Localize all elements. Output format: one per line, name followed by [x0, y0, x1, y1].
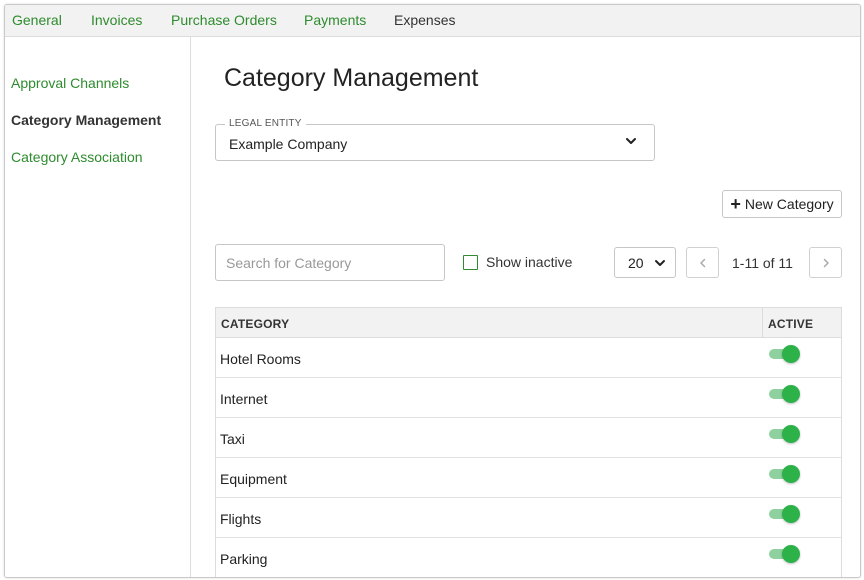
- table-row: Parking: [216, 538, 841, 577]
- sidebar-item-category-association[interactable]: Category Association: [11, 149, 143, 165]
- category-table: CATEGORY ACTIVE Hotel Rooms Internet Tax…: [215, 307, 842, 577]
- toggle-knob: [782, 545, 800, 563]
- chevron-down-icon: [655, 260, 665, 266]
- legal-entity-legend: LEGAL ENTITY: [225, 118, 306, 129]
- sidebar-item-approval-channels[interactable]: Approval Channels: [11, 75, 129, 91]
- app-window: General Invoices Purchase Orders Payment…: [4, 4, 861, 578]
- toggle-knob: [782, 505, 800, 523]
- tab-payments[interactable]: Payments: [304, 12, 366, 28]
- chevron-left-icon: [699, 258, 705, 267]
- column-header-active[interactable]: ACTIVE: [768, 317, 813, 331]
- toggle-knob: [782, 345, 800, 363]
- sidebar-item-category-management[interactable]: Category Management: [11, 112, 161, 128]
- legal-entity-value: Example Company: [229, 136, 348, 152]
- category-name: Parking: [220, 551, 268, 567]
- show-inactive-checkbox[interactable]: Show inactive: [463, 254, 572, 270]
- plus-icon: +: [730, 194, 741, 214]
- category-name: Taxi: [220, 431, 245, 447]
- search-input[interactable]: [215, 244, 445, 281]
- tab-purchase-orders[interactable]: Purchase Orders: [171, 12, 277, 28]
- active-toggle[interactable]: [768, 465, 800, 485]
- new-category-button[interactable]: + New Category: [722, 190, 842, 218]
- pagination-count: 1-11 of 11: [732, 255, 793, 271]
- next-page-button[interactable]: [809, 247, 842, 278]
- tab-general[interactable]: General: [12, 12, 62, 28]
- active-toggle[interactable]: [768, 505, 800, 525]
- sidebar: Approval Channels Category Management Ca…: [5, 37, 191, 577]
- table-row: Taxi: [216, 418, 841, 458]
- active-toggle[interactable]: [768, 385, 800, 405]
- active-toggle[interactable]: [768, 425, 800, 445]
- page-size-select[interactable]: 20: [614, 247, 676, 278]
- table-row: Hotel Rooms: [216, 338, 841, 378]
- tab-expenses[interactable]: Expenses: [394, 12, 455, 28]
- chevron-down-icon: [626, 138, 636, 144]
- page-size-value: 20: [628, 255, 644, 271]
- category-name: Internet: [220, 391, 268, 407]
- previous-page-button[interactable]: [686, 247, 719, 278]
- table-row: Internet: [216, 378, 841, 418]
- column-header-category[interactable]: CATEGORY: [221, 317, 289, 331]
- category-name: Equipment: [220, 471, 287, 487]
- tab-invoices[interactable]: Invoices: [91, 12, 142, 28]
- new-category-label: New Category: [744, 196, 834, 212]
- toggle-knob: [782, 465, 800, 483]
- page-title: Category Management: [224, 64, 479, 92]
- chevron-right-icon: [823, 258, 829, 267]
- active-toggle[interactable]: [768, 345, 800, 365]
- show-inactive-label: Show inactive: [486, 254, 573, 270]
- category-name: Hotel Rooms: [220, 351, 301, 367]
- main-content: Category Management LEGAL ENTITY Example…: [192, 37, 860, 577]
- table-row: Equipment: [216, 458, 841, 498]
- category-name: Flights: [220, 511, 262, 527]
- checkbox-icon: [463, 254, 478, 270]
- toggle-knob: [782, 385, 800, 403]
- toggle-knob: [782, 425, 800, 443]
- table-header: CATEGORY ACTIVE: [216, 308, 841, 338]
- table-row: Flights: [216, 498, 841, 538]
- legal-entity-select[interactable]: LEGAL ENTITY Example Company: [215, 118, 655, 161]
- top-navigation: General Invoices Purchase Orders Payment…: [5, 5, 860, 37]
- active-toggle[interactable]: [768, 545, 800, 565]
- column-divider: [762, 308, 763, 338]
